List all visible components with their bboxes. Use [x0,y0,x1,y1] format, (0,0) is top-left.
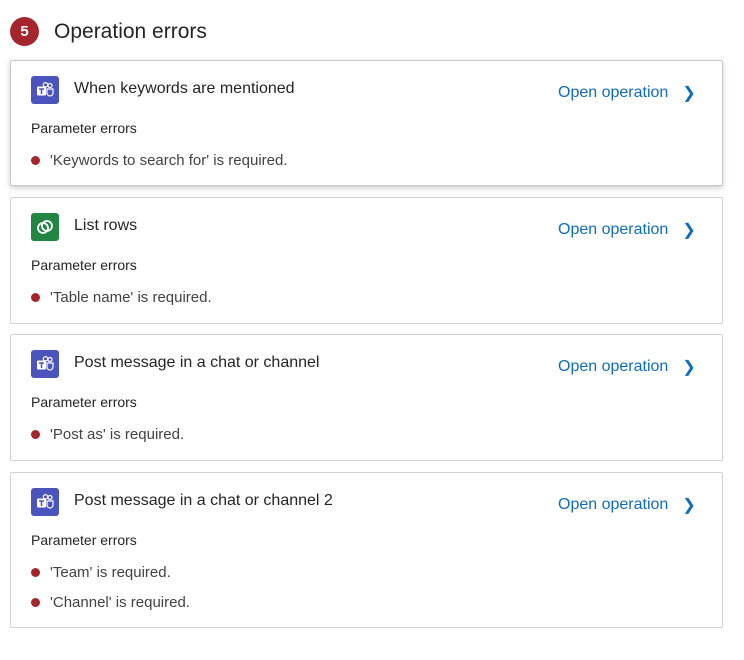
error-dot-icon [31,155,40,165]
error-item: 'Post as' is required. [31,419,184,449]
chevron-right-icon: ❯ [682,497,696,514]
open-operation-link[interactable]: Open operation ❯ [558,83,696,103]
operation-title: List rows [74,217,138,234]
operation-card[interactable]: When keywords are mentioned Open operati… [10,60,723,186]
error-dot-icon [31,567,40,577]
error-list: 'Keywords to search for' is required. [31,145,288,175]
error-text: 'Keywords to search for' is required. [50,151,288,169]
open-operation-label: Open operation [558,84,669,101]
open-operation-link[interactable]: Open operation ❯ [558,220,696,240]
chevron-right-icon: ❯ [682,222,696,239]
error-count-badge: 5 [10,17,39,46]
error-text: 'Team' is required. [50,563,171,581]
error-text: 'Post as' is required. [50,425,185,443]
teams-icon [31,350,59,378]
error-item: 'Table name' is required. [31,282,212,312]
operation-card[interactable]: Post message in a chat or channel Open o… [10,334,723,461]
parameter-errors-label: Parameter errors [31,257,137,273]
teams-icon [31,488,59,516]
error-list: 'Table name' is required. [31,282,212,312]
error-dot-icon [31,429,40,439]
section-header: 5 Operation errors [10,17,207,46]
chevron-right-icon: ❯ [682,359,696,376]
error-list: 'Team' is required. 'Channel' is required… [31,557,190,617]
error-text: 'Table name' is required. [50,288,212,306]
teams-icon [31,76,59,104]
error-item: 'Keywords to search for' is required. [31,145,288,175]
operation-title: Post message in a chat or channel [74,354,320,371]
operation-title: Post message in a chat or channel 2 [74,492,333,509]
open-operation-link[interactable]: Open operation ❯ [558,495,696,515]
error-dot-icon [31,292,40,302]
open-operation-label: Open operation [558,221,669,238]
operation-card[interactable]: Post message in a chat or channel 2 Open… [10,472,723,628]
open-operation-label: Open operation [558,496,669,513]
error-item: 'Channel' is required. [31,587,190,617]
parameter-errors-label: Parameter errors [31,532,137,548]
dataverse-icon [31,213,59,241]
open-operation-label: Open operation [558,358,669,375]
operation-card[interactable]: List rows Open operation ❯ Parameter erro… [10,197,723,324]
error-text: 'Channel' is required. [50,593,190,611]
chevron-right-icon: ❯ [682,85,696,102]
parameter-errors-label: Parameter errors [31,394,137,410]
operation-title: When keywords are mentioned [74,80,295,97]
error-list: 'Post as' is required. [31,419,184,449]
error-dot-icon [31,597,40,607]
parameter-errors-label: Parameter errors [31,120,137,136]
open-operation-link[interactable]: Open operation ❯ [558,357,696,377]
section-title: Operation errors [54,19,207,43]
error-item: 'Team' is required. [31,557,190,587]
